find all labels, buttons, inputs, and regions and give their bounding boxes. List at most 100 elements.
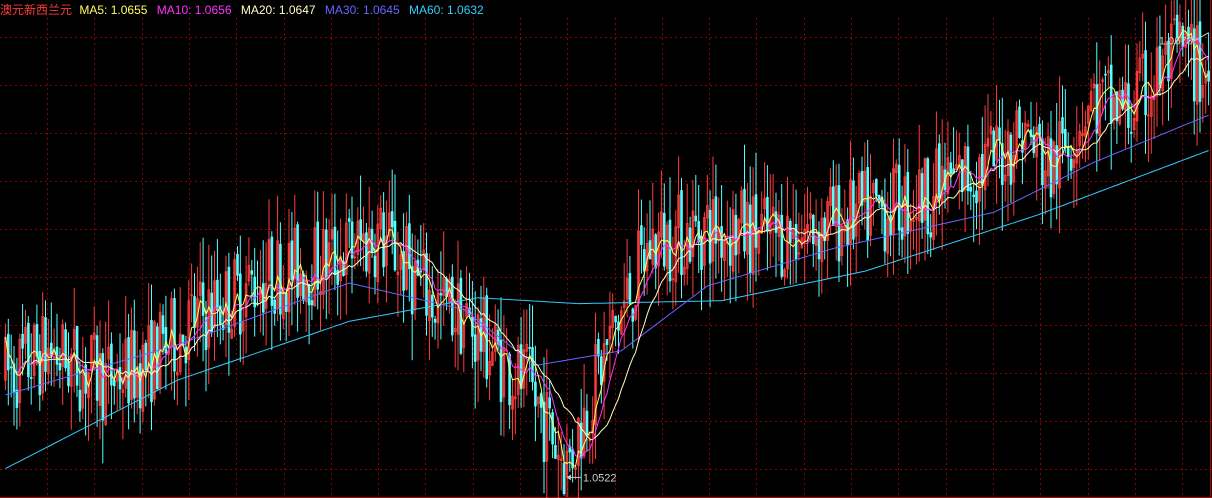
candlestick-chart[interactable]: 1.0673 1.0522 (0, 0, 1212, 498)
legend-ma20-value: 1.0647 (278, 3, 316, 17)
candle-body (347, 218, 351, 222)
legend-ma5-value: 1.0655 (110, 3, 148, 17)
candle-body (164, 327, 168, 354)
candle-body (981, 153, 984, 186)
candle-body (261, 283, 265, 313)
candle-body (640, 225, 643, 245)
candle-body (628, 273, 632, 305)
candle-body (508, 353, 511, 406)
chart-legend: 澳元新西兰元 MA5: 1.0655 MA10: 1.0656 MA20: 1.… (0, 2, 490, 18)
candle-body (766, 196, 769, 232)
legend-ma30-value: 1.0645 (362, 3, 400, 17)
candle-body (748, 204, 752, 274)
candle-body (227, 266, 231, 333)
candle-body (419, 270, 423, 273)
candle-body (846, 219, 849, 246)
candle-body (425, 253, 428, 316)
candle-body (1129, 131, 1133, 134)
candle-body (643, 249, 646, 272)
candle-body (373, 255, 377, 278)
candle-body (485, 295, 488, 380)
candle-body (29, 376, 33, 379)
candle-body (720, 226, 723, 258)
candle-body (67, 361, 70, 387)
candle-body (1175, 14, 1179, 39)
candle-body (133, 330, 136, 399)
legend-ma60: MA60: 1.0632 (409, 3, 484, 17)
candle-body (926, 158, 930, 235)
candle-body (101, 353, 105, 421)
chart-grid (0, 0, 1212, 498)
candle-body (439, 293, 443, 296)
candle-body (390, 211, 394, 228)
candle-body (875, 178, 878, 197)
candle-body (1038, 123, 1041, 136)
candle-body (554, 445, 557, 459)
candle-body (969, 186, 973, 192)
candle-body (938, 143, 941, 199)
candles-layer (4, 0, 1210, 498)
candle-body (605, 339, 609, 345)
legend-ma10: MA10: 1.0656 (157, 3, 232, 17)
candle-body (473, 334, 477, 362)
candle-body (250, 270, 254, 275)
candle-body (817, 231, 821, 260)
candle-body (832, 186, 835, 227)
candle-body (279, 243, 282, 315)
candle-body (1066, 148, 1070, 157)
candle-body (743, 188, 746, 252)
candle-body (754, 194, 758, 248)
candle-body (837, 185, 841, 262)
candle-body (393, 220, 397, 271)
candle-body (290, 240, 294, 280)
candle-body (949, 162, 953, 175)
candle-body (1109, 64, 1113, 124)
candle-body (585, 410, 589, 437)
candle-body (920, 173, 924, 223)
low-price-label: 1.0522 (583, 472, 617, 484)
legend-ma10-label: MA10: (156, 3, 192, 17)
candle-body (9, 366, 13, 369)
candle-body (161, 315, 165, 334)
candle-body (1193, 28, 1196, 102)
candle-body (216, 279, 219, 311)
legend-ma30-label: MA30: (324, 3, 360, 17)
high-price-label: 1.0673 (1159, 36, 1193, 48)
candle-body (1104, 73, 1107, 76)
candle-body (597, 338, 600, 357)
candle-body (614, 315, 617, 323)
candle-body (58, 362, 62, 371)
candle-body (44, 317, 47, 372)
candle-body (15, 389, 19, 408)
candle-body (284, 292, 288, 312)
candle-body (236, 253, 239, 276)
candle-body (382, 212, 385, 268)
candle-body (365, 232, 368, 272)
candle-body (27, 322, 30, 377)
candle-body (998, 127, 1001, 141)
candle-body (548, 397, 551, 409)
candle-body (728, 238, 732, 266)
candle-body (78, 389, 82, 412)
candle-body (471, 316, 474, 337)
candle-body (273, 299, 276, 314)
candle-body (144, 342, 148, 371)
candle-body (64, 329, 67, 369)
candle-body (600, 356, 603, 385)
candle-body (38, 350, 42, 396)
candle-body (551, 412, 554, 445)
candle-body (714, 196, 718, 244)
candle-body (324, 229, 328, 278)
candle-body (1069, 158, 1073, 171)
candle-body (889, 215, 892, 236)
candle-body (150, 319, 153, 403)
candle-body (1061, 117, 1064, 134)
candle-body (499, 339, 503, 403)
candle-body (1207, 70, 1210, 82)
candle-body (852, 180, 855, 240)
candle-body (433, 318, 437, 323)
candle-body (562, 462, 566, 495)
candle-body (1064, 128, 1067, 147)
candle-body (897, 164, 901, 231)
legend-ma60-value: 1.0632 (447, 3, 484, 17)
